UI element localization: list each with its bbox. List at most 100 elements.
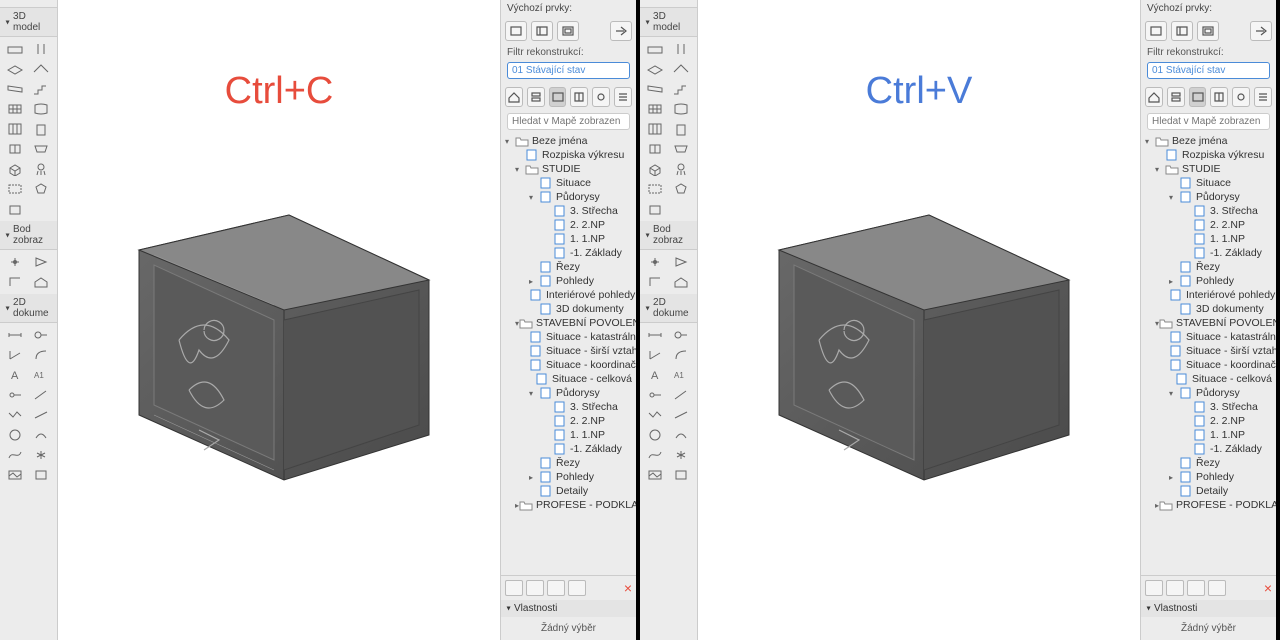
tool-beam-icon[interactable] [642, 79, 668, 99]
tree-item[interactable]: ▾Půdorysy [1141, 190, 1276, 204]
tree-item[interactable]: 3. Střecha [1141, 204, 1276, 218]
tree-item[interactable]: Rozpiska výkresu [501, 148, 636, 162]
tool-skylight-icon[interactable] [668, 139, 694, 159]
close-icon[interactable]: × [624, 580, 632, 596]
navigator-tree[interactable]: ▾Beze jménaRozpiska výkresu▾STUDIESituac… [501, 132, 636, 575]
tool-elevation-icon[interactable] [642, 272, 668, 292]
tool-zone-icon[interactable] [642, 179, 668, 199]
nav-view-icon[interactable] [1171, 21, 1193, 41]
tool-mesh-icon[interactable] [2, 99, 28, 119]
tool-object-icon[interactable] [2, 159, 28, 179]
tree-item[interactable]: ▾Půdorysy [1141, 386, 1276, 400]
tree-item[interactable]: ▾STUDIE [501, 162, 636, 176]
tool-slab-icon[interactable] [2, 59, 28, 79]
tree-item[interactable]: 2. 2.NP [501, 414, 636, 428]
tool-drawing-icon[interactable] [668, 465, 694, 485]
tree-item[interactable]: 3. Střecha [501, 204, 636, 218]
tree-item[interactable]: Situace - katastráln [501, 330, 636, 344]
tool-spline-icon[interactable] [642, 445, 668, 465]
props-tab-2[interactable] [1166, 580, 1184, 596]
tree-item[interactable]: Interiérové pohledy [1141, 288, 1276, 302]
tree-item[interactable]: Situace [501, 176, 636, 190]
tree-item[interactable]: Detaily [1141, 484, 1276, 498]
tree-item[interactable]: ▾STUDIE [1141, 162, 1276, 176]
tool-angle-icon[interactable] [2, 345, 28, 365]
tool-wall-icon[interactable] [642, 39, 668, 59]
navigator-tree[interactable]: ▾Beze jménaRozpiska výkresu▾STUDIESituac… [1141, 132, 1276, 575]
tree-item[interactable]: 3. Střecha [1141, 400, 1276, 414]
tool-lamp-icon[interactable] [28, 159, 54, 179]
nav-home-icon[interactable] [505, 87, 523, 107]
tool-stair-icon[interactable] [668, 79, 694, 99]
section-2d-doc[interactable]: 2D dokume [0, 294, 57, 323]
tree-item[interactable]: -1. Základy [1141, 246, 1276, 260]
tool-hotspot-icon[interactable] [642, 252, 668, 272]
tree-item[interactable]: 1. 1.NP [1141, 428, 1276, 442]
nav-project-icon[interactable] [1145, 21, 1167, 41]
tool-text-icon[interactable]: A [2, 365, 28, 385]
tool-roof-icon[interactable] [28, 59, 54, 79]
tool-slab-icon[interactable] [642, 59, 668, 79]
nav-project-icon[interactable] [505, 21, 527, 41]
props-tab-4[interactable] [1208, 580, 1226, 596]
tool-level-icon[interactable] [668, 325, 694, 345]
tool-lamp-icon[interactable] [668, 159, 694, 179]
tree-item[interactable]: ▾Půdorysy [501, 190, 636, 204]
props-tab-3[interactable] [1187, 580, 1205, 596]
tree-item[interactable]: 1. 1.NP [501, 428, 636, 442]
nav-book-icon[interactable] [570, 87, 588, 107]
nav-map-icon[interactable] [549, 87, 567, 107]
tool-arc-icon[interactable] [668, 425, 694, 445]
nav-pubset-icon[interactable] [1232, 87, 1250, 107]
tree-item[interactable]: ▾STAVEBNÍ POVOLENÍ [1141, 316, 1276, 330]
tree-item[interactable]: Interiérové pohledy [501, 288, 636, 302]
filter-select[interactable]: 01 Stávající stav [1147, 62, 1270, 79]
tree-item[interactable]: ▸PROFESE - PODKLAD [1141, 498, 1276, 512]
tool-polyline-icon[interactable] [668, 405, 694, 425]
tree-item[interactable]: ▾STAVEBNÍ POVOLENÍ [501, 316, 636, 330]
tree-item[interactable]: 2. 2.NP [1141, 414, 1276, 428]
tool-curtain-icon[interactable] [642, 119, 668, 139]
tool-level-icon[interactable] [28, 325, 54, 345]
tool-opening-icon[interactable] [2, 199, 28, 219]
props-tab-2[interactable] [526, 580, 544, 596]
properties-title[interactable]: Vlastnosti [1141, 600, 1276, 617]
nav-tree-icon[interactable] [527, 87, 545, 107]
tree-item[interactable]: ▸Pohledy [501, 470, 636, 484]
tree-item[interactable]: ▸Pohledy [1141, 274, 1276, 288]
tree-item[interactable]: -1. Základy [501, 246, 636, 260]
tool-drawing-icon[interactable] [28, 465, 54, 485]
tree-item[interactable]: Situace - koordinač [1141, 358, 1276, 372]
tool-curtain-icon[interactable] [2, 119, 28, 139]
tool-shell-icon[interactable] [668, 99, 694, 119]
tool-circle-icon[interactable] [642, 425, 668, 445]
nav-pub-icon[interactable] [1250, 21, 1272, 41]
tree-item[interactable]: Situace - širší vztah [501, 344, 636, 358]
tree-item[interactable]: Řezy [1141, 260, 1276, 274]
tree-item[interactable]: 1. 1.NP [501, 232, 636, 246]
tool-beam-icon[interactable] [2, 79, 28, 99]
tool-morph-icon[interactable] [28, 179, 54, 199]
tree-item[interactable]: Řezy [501, 456, 636, 470]
tool-fill-icon[interactable] [2, 385, 28, 405]
nav-layout-icon[interactable] [557, 21, 579, 41]
tree-item[interactable]: Situace [1141, 176, 1276, 190]
tree-item[interactable]: 2. 2.NP [501, 218, 636, 232]
filter-select[interactable]: 01 Stávající stav [507, 62, 630, 79]
tool-morph-icon[interactable] [668, 179, 694, 199]
section-view-point[interactable]: Bod zobraz [640, 221, 697, 250]
tool-opening-icon[interactable] [642, 199, 668, 219]
tool-zone-icon[interactable] [2, 179, 28, 199]
tree-item[interactable]: Řezy [501, 260, 636, 274]
tool-star-icon[interactable] [28, 445, 54, 465]
tool-radial-icon[interactable] [668, 345, 694, 365]
tree-item[interactable]: -1. Základy [501, 442, 636, 456]
nav-home-icon[interactable] [1145, 87, 1163, 107]
nav-pubset-icon[interactable] [592, 87, 610, 107]
tool-figure-icon[interactable] [2, 465, 28, 485]
tool-hatch-icon[interactable] [28, 385, 54, 405]
tool-section-icon[interactable] [28, 252, 54, 272]
tool-radial-icon[interactable] [28, 345, 54, 365]
tree-item[interactable]: Situace - širší vztah [1141, 344, 1276, 358]
tree-item[interactable]: ▾Půdorysy [501, 386, 636, 400]
